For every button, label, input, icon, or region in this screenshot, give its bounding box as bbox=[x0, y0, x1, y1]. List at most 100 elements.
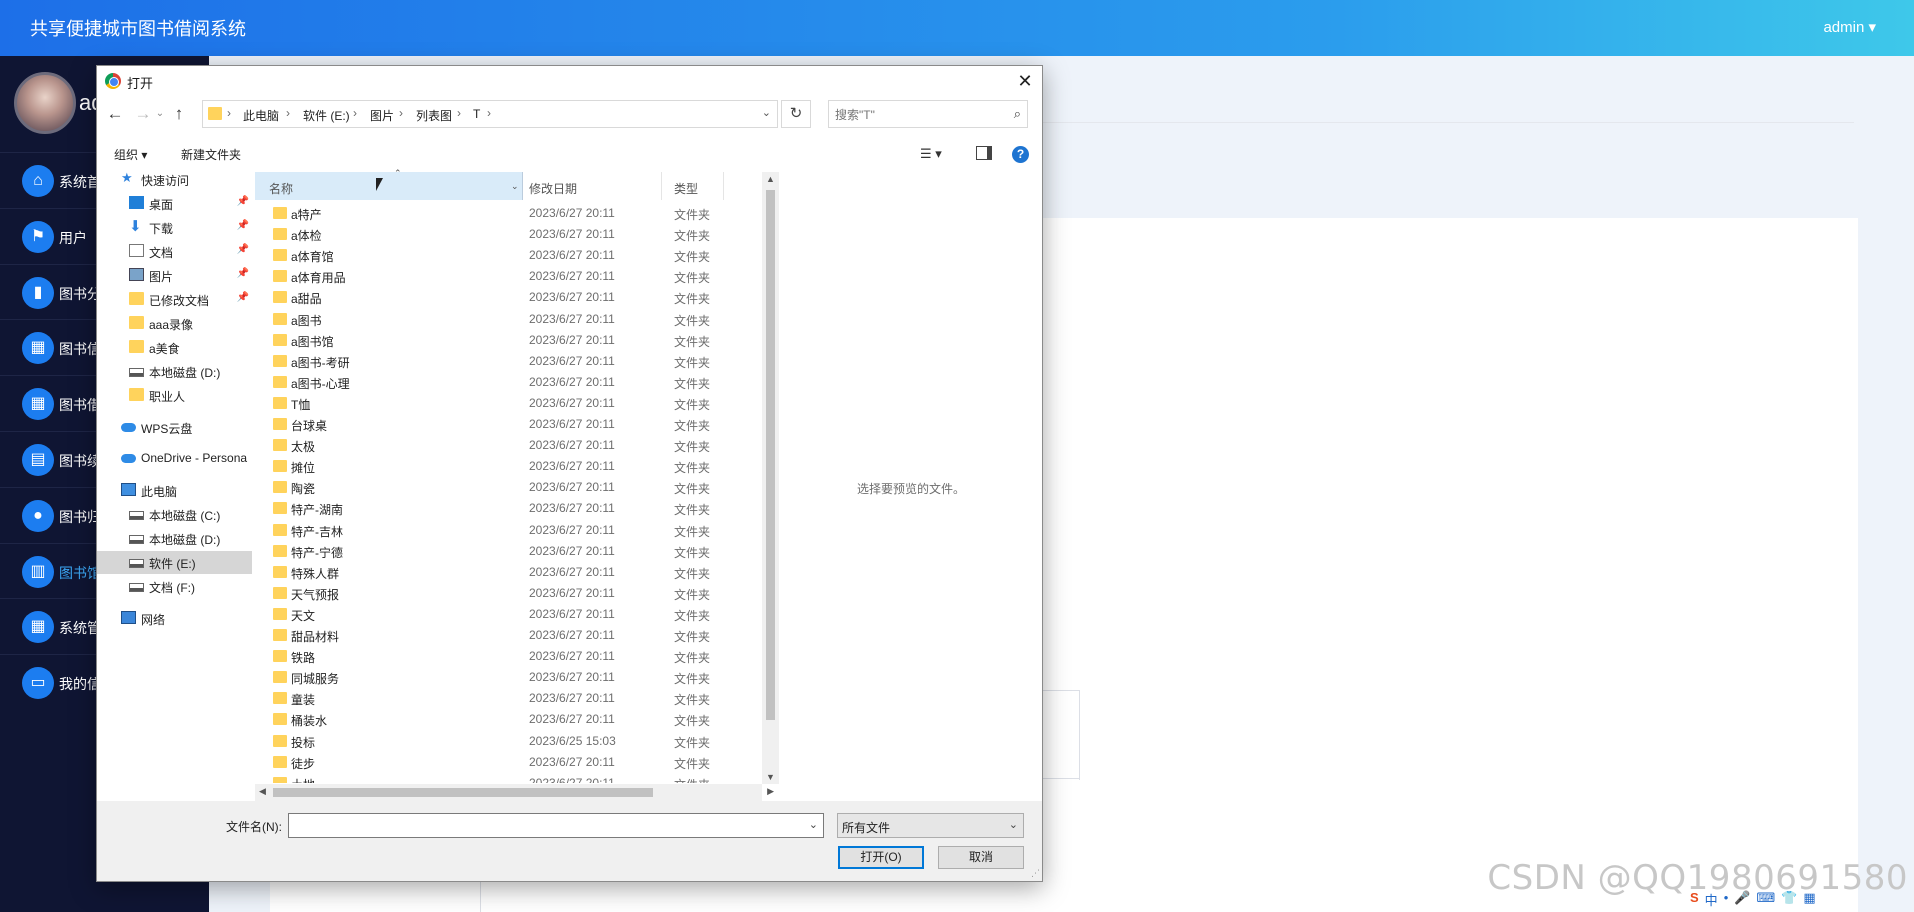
file-row[interactable]: 徒步 2023/6/27 20:11 文件夹 bbox=[255, 752, 772, 773]
nav-item[interactable]: 此电脑 bbox=[97, 479, 252, 502]
scroll-down-icon[interactable]: ▼ bbox=[762, 772, 779, 782]
filename-field[interactable]: ⌄ bbox=[288, 813, 824, 838]
nav-item[interactable]: 桌面 📌 bbox=[97, 192, 252, 215]
chevron-down-icon[interactable]: ⌄ bbox=[511, 181, 519, 192]
divider[interactable] bbox=[661, 172, 662, 200]
file-row[interactable]: 童装 2023/6/27 20:11 文件夹 bbox=[255, 688, 772, 709]
filename-input[interactable] bbox=[293, 817, 793, 834]
scroll-left-icon[interactable]: ◀ bbox=[259, 786, 266, 797]
filetype-select[interactable]: 所有文件 ⌄ bbox=[837, 813, 1024, 838]
open-button[interactable]: 打开(O) bbox=[838, 846, 924, 869]
file-row[interactable]: a体育馆 2023/6/27 20:11 文件夹 bbox=[255, 245, 772, 266]
new-folder-button[interactable]: 新建文件夹 bbox=[181, 146, 241, 163]
address-bar[interactable]: › 此电脑 › 软件 (E:) › 图片 › 列表图 › T › ⌄ bbox=[202, 100, 778, 128]
nav-item[interactable]: WPS云盘 bbox=[97, 416, 252, 439]
back-icon[interactable]: ← bbox=[103, 100, 127, 128]
breadcrumb-item[interactable]: 列表图 bbox=[416, 107, 452, 124]
chevron-down-icon[interactable]: ⌄ bbox=[809, 818, 818, 831]
nav-item[interactable]: 已修改文档 📌 bbox=[97, 288, 252, 311]
chevron-down-icon[interactable]: ⌄ bbox=[1009, 818, 1018, 831]
file-row[interactable]: 天文 2023/6/27 20:11 文件夹 bbox=[255, 604, 772, 625]
column-name[interactable]: 名称 bbox=[269, 180, 293, 197]
file-row[interactable]: 铁路 2023/6/27 20:11 文件夹 bbox=[255, 646, 772, 667]
breadcrumb-item[interactable]: 图片 bbox=[370, 107, 394, 124]
nav-item[interactable]: 文档 (F:) bbox=[97, 575, 252, 598]
nav-item[interactable]: aaa录像 bbox=[97, 312, 252, 335]
close-icon[interactable]: ✕ bbox=[1014, 70, 1036, 92]
sogou-icon[interactable]: S bbox=[1690, 890, 1699, 912]
nav-item[interactable]: 本地磁盘 (C:) bbox=[97, 503, 252, 526]
file-row[interactable]: 特殊人群 2023/6/27 20:11 文件夹 bbox=[255, 562, 772, 583]
file-row[interactable]: 土地 2023/6/27 20:11 文件夹 bbox=[255, 773, 772, 783]
preview-pane-icon[interactable] bbox=[976, 146, 992, 160]
dialog-titlebar[interactable]: 打开 ✕ bbox=[97, 66, 1042, 96]
column-date[interactable]: 修改日期 bbox=[529, 180, 577, 197]
search-box[interactable]: ⌕ bbox=[828, 100, 1028, 128]
refresh-icon[interactable]: ↻ bbox=[781, 100, 811, 128]
nav-item[interactable]: 本地磁盘 (D:) bbox=[97, 360, 252, 383]
file-row[interactable]: 甜品材料 2023/6/27 20:11 文件夹 bbox=[255, 625, 772, 646]
tools-icon[interactable]: ▦ bbox=[1803, 890, 1815, 912]
file-row[interactable]: 桶装水 2023/6/27 20:11 文件夹 bbox=[255, 709, 772, 730]
file-row[interactable]: 投标 2023/6/25 15:03 文件夹 bbox=[255, 731, 772, 752]
file-row[interactable]: 天气预报 2023/6/27 20:11 文件夹 bbox=[255, 583, 772, 604]
view-options-icon[interactable]: ☰ ▾ bbox=[920, 146, 942, 162]
file-row[interactable]: 太极 2023/6/27 20:11 文件夹 bbox=[255, 435, 772, 456]
punct-icon[interactable]: • bbox=[1724, 890, 1729, 912]
up-icon[interactable]: ↑ bbox=[167, 100, 191, 128]
lang-icon[interactable]: 中 bbox=[1705, 890, 1718, 912]
nav-item[interactable]: 职业人 bbox=[97, 384, 252, 407]
chevron-down-icon[interactable]: ⌄ bbox=[762, 106, 771, 119]
file-row[interactable]: a图书-考研 2023/6/27 20:11 文件夹 bbox=[255, 351, 772, 372]
mic-icon[interactable]: 🎤 bbox=[1734, 890, 1750, 912]
breadcrumb-item[interactable]: T bbox=[473, 107, 480, 121]
nav-item[interactable]: OneDrive - Persona bbox=[97, 447, 252, 470]
skin-icon[interactable]: 👕 bbox=[1781, 890, 1797, 912]
file-row[interactable]: a图书-心理 2023/6/27 20:11 文件夹 bbox=[255, 372, 772, 393]
file-row[interactable]: a特产 2023/6/27 20:11 文件夹 bbox=[255, 203, 772, 224]
search-icon[interactable]: ⌕ bbox=[1014, 106, 1021, 122]
breadcrumb-item[interactable]: 此电脑 bbox=[243, 107, 279, 124]
horizontal-scrollbar[interactable]: ◀ ▶ bbox=[255, 784, 774, 801]
cancel-button[interactable]: 取消 bbox=[938, 846, 1024, 869]
nav-item[interactable]: 软件 (E:) bbox=[97, 551, 252, 574]
file-row[interactable]: 特产-宁德 2023/6/27 20:11 文件夹 bbox=[255, 541, 772, 562]
help-icon[interactable]: ? bbox=[1012, 146, 1029, 163]
file-row[interactable]: a甜品 2023/6/27 20:11 文件夹 bbox=[255, 287, 772, 308]
nav-item[interactable]: 本地磁盘 (D:) bbox=[97, 527, 252, 550]
file-row[interactable]: a体育用品 2023/6/27 20:11 文件夹 bbox=[255, 266, 772, 287]
column-type[interactable]: 类型 bbox=[674, 180, 698, 197]
nav-item[interactable]: ★ 快速访问 bbox=[97, 168, 252, 191]
nav-item[interactable]: 图片 📌 bbox=[97, 264, 252, 287]
nav-item[interactable]: 文档 📌 bbox=[97, 240, 252, 263]
vertical-scrollbar[interactable]: ▲ ▼ bbox=[762, 172, 779, 784]
scrollbar-thumb[interactable] bbox=[273, 788, 653, 797]
file-row[interactable]: 陶瓷 2023/6/27 20:11 文件夹 bbox=[255, 477, 772, 498]
nav-item[interactable]: a美食 bbox=[97, 336, 252, 359]
scrollbar-thumb[interactable] bbox=[766, 190, 775, 720]
breadcrumb-item[interactable]: 软件 (E:) bbox=[303, 107, 350, 124]
file-row[interactable]: 同城服务 2023/6/27 20:11 文件夹 bbox=[255, 667, 772, 688]
nav-item[interactable]: ⬇ 下载 📌 bbox=[97, 216, 252, 239]
column-name-header-bg[interactable] bbox=[255, 172, 523, 200]
divider[interactable] bbox=[723, 172, 724, 200]
file-row[interactable]: a体检 2023/6/27 20:11 文件夹 bbox=[255, 224, 772, 245]
scroll-up-icon[interactable]: ▲ bbox=[762, 174, 779, 184]
file-row[interactable]: 特产-湖南 2023/6/27 20:11 文件夹 bbox=[255, 498, 772, 519]
file-row[interactable]: 摊位 2023/6/27 20:11 文件夹 bbox=[255, 456, 772, 477]
scroll-right-icon[interactable]: ▶ bbox=[767, 786, 774, 797]
organize-menu[interactable]: 组织 ▾ bbox=[114, 146, 147, 163]
recent-dropdown-icon[interactable]: ⌄ bbox=[153, 100, 167, 128]
search-input[interactable] bbox=[835, 106, 995, 123]
resize-grip-icon[interactable]: ⋰ bbox=[1031, 868, 1040, 879]
keyboard-icon[interactable]: ⌨ bbox=[1756, 890, 1775, 912]
file-row[interactable]: T恤 2023/6/27 20:11 文件夹 bbox=[255, 393, 772, 414]
file-row[interactable]: a图书馆 2023/6/27 20:11 文件夹 bbox=[255, 330, 772, 351]
file-row[interactable]: 特产-吉林 2023/6/27 20:11 文件夹 bbox=[255, 520, 772, 541]
file-row[interactable]: 台球桌 2023/6/27 20:11 文件夹 bbox=[255, 414, 772, 435]
ime-toolbar[interactable]: S 中 • 🎤 ⌨ 👕 ▦ bbox=[1690, 890, 1816, 912]
user-menu[interactable]: admin ▾ bbox=[1823, 18, 1876, 36]
file-row[interactable]: a图书 2023/6/27 20:11 文件夹 bbox=[255, 309, 772, 330]
forward-icon[interactable]: → bbox=[131, 100, 155, 128]
nav-item[interactable]: 网络 bbox=[97, 607, 252, 630]
